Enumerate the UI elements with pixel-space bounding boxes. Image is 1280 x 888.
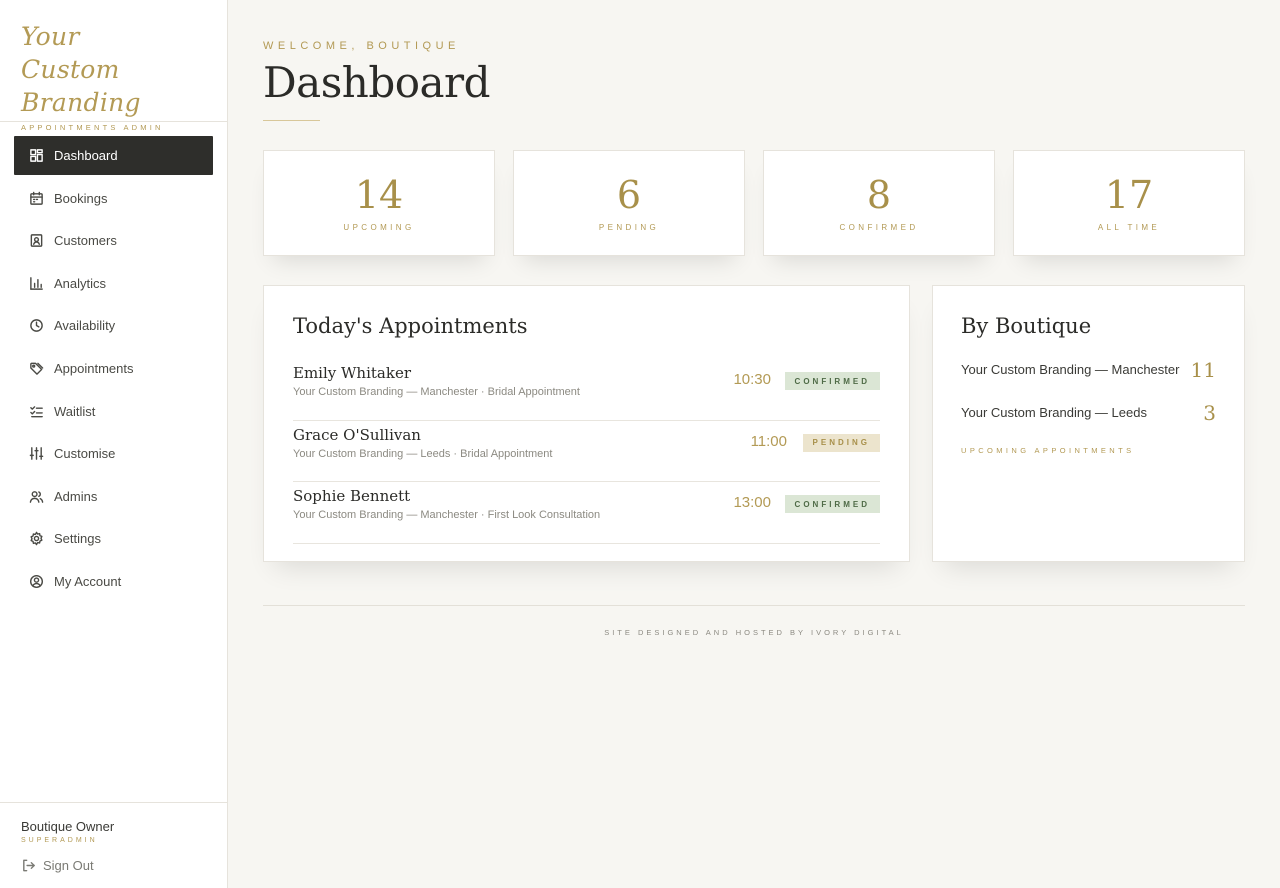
stat-value: 8: [866, 173, 892, 217]
boutique-name: Your Custom Branding — Manchester: [961, 362, 1180, 377]
users-icon: [28, 488, 44, 504]
user-circle-icon: [28, 573, 44, 589]
stat-value: 17: [1104, 173, 1154, 217]
sidebar-item-my-account[interactable]: My Account: [14, 562, 213, 601]
appointment-details: Your Custom Branding — Manchester · Firs…: [293, 509, 601, 521]
sidebar-item-waitlist[interactable]: Waitlist: [14, 392, 213, 431]
gear-icon: [28, 531, 44, 547]
sign-out-label: Sign Out: [43, 858, 94, 873]
stat-label: ALL TIME: [1097, 223, 1161, 232]
customer-name: Sophie Bennett: [293, 487, 411, 505]
sidebar-item-label: Availability: [54, 318, 116, 334]
title-divider: [263, 120, 320, 121]
welcome-text: WELCOME, BOUTIQUE: [263, 40, 460, 52]
sidebar-item-analytics[interactable]: Analytics: [14, 264, 213, 303]
sidebar-item-label: Analytics: [54, 275, 107, 291]
boutique-caption: UPCOMING APPOINTMENTS: [961, 446, 1135, 455]
dashboard-icon: [28, 148, 44, 164]
panel-title: Today's Appointments: [293, 314, 528, 338]
sidebar-item-label: Bookings: [54, 190, 108, 206]
stat-label: PENDING: [598, 223, 660, 232]
customer-name: Emily Whitaker: [293, 364, 411, 382]
sidebar-item-label: Dashboard: [54, 148, 118, 163]
sidebar-item-label: Admins: [54, 488, 98, 504]
appointment-details: Your Custom Branding — Manchester · Brid…: [293, 386, 580, 398]
sidebar-item-customers[interactable]: Customers: [14, 221, 213, 260]
stat-value: 14: [354, 173, 404, 217]
appointment-row[interactable]: Sophie Bennett Your Custom Branding — Ma…: [293, 482, 880, 544]
boutique-name: Your Custom Branding — Leeds: [961, 405, 1147, 420]
status-badge: CONFIRMED: [784, 372, 880, 390]
tag-icon: [28, 360, 44, 376]
sidebar: Your Custom Branding APPOINTMENTS ADMIN …: [0, 0, 228, 888]
boutique-row[interactable]: Your Custom Branding — Manchester 11: [961, 358, 1216, 403]
appointment-row[interactable]: Emily Whitaker Your Custom Branding — Ma…: [293, 359, 880, 421]
status-badge: CONFIRMED: [784, 495, 880, 513]
appointment-row[interactable]: Grace O'Sullivan Your Custom Branding — …: [293, 421, 880, 482]
calendar-icon: [28, 190, 44, 206]
stat-label: UPCOMING: [343, 223, 415, 232]
stat-card-pending: 6 PENDING: [513, 150, 745, 256]
sidebar-item-label: Customise: [54, 446, 116, 462]
sidebar-item-label: Settings: [54, 531, 101, 547]
bar-chart-icon: [28, 275, 44, 291]
boutique-count: 3: [1203, 401, 1216, 425]
user-role: SUPERADMIN: [21, 837, 98, 844]
by-boutique-panel: By Boutique Your Custom Branding — Manch…: [932, 285, 1245, 562]
stat-card-upcoming: 14 UPCOMING: [263, 150, 495, 256]
appointment-time: 13:00: [733, 494, 771, 511]
sidebar-item-label: Customers: [54, 233, 117, 249]
contact-icon: [28, 233, 44, 249]
sidebar-item-label: Waitlist: [54, 403, 96, 419]
brand-block: Your Custom Branding APPOINTMENTS ADMIN: [0, 0, 227, 132]
panel-title: By Boutique: [961, 314, 1092, 338]
sidebar-item-admins[interactable]: Admins: [14, 477, 213, 516]
sidebar-user: Boutique Owner SUPERADMIN Sign Out: [0, 802, 227, 873]
brand-subtitle: APPOINTMENTS ADMIN: [21, 123, 164, 132]
stats-row: 14 UPCOMING 6 PENDING 8 CONFIRMED 17 ALL…: [263, 150, 1245, 256]
sidebar-item-label: My Account: [54, 573, 122, 589]
sidebar-item-label: Appointments: [54, 360, 134, 376]
footer-divider: [263, 605, 1245, 606]
customer-name: Grace O'Sullivan: [293, 425, 421, 444]
boutique-list: Your Custom Branding — Manchester 11 You…: [961, 358, 1216, 446]
sliders-icon: [28, 446, 44, 462]
stat-card-all-time: 17 ALL TIME: [1013, 150, 1245, 256]
sidebar-item-customise[interactable]: Customise: [14, 434, 213, 473]
sidebar-nav: Dashboard Bookings Customers Analytics A…: [14, 136, 213, 605]
status-badge: PENDING: [802, 433, 880, 452]
boutique-row[interactable]: Your Custom Branding — Leeds 3: [961, 401, 1216, 446]
appointment-time: 10:30: [733, 371, 771, 388]
sidebar-item-availability[interactable]: Availability: [14, 306, 213, 345]
appointment-list: Emily Whitaker Your Custom Branding — Ma…: [293, 359, 880, 544]
checklist-icon: [28, 403, 44, 419]
sidebar-item-appointments[interactable]: Appointments: [14, 349, 213, 388]
sidebar-item-settings[interactable]: Settings: [14, 519, 213, 558]
appointment-time: 11:00: [750, 432, 787, 450]
user-name: Boutique Owner: [21, 819, 115, 834]
todays-appointments-panel: Today's Appointments Emily Whitaker Your…: [263, 285, 910, 562]
sign-out-icon: [23, 859, 35, 872]
page-title: Dashboard: [263, 58, 491, 107]
sidebar-item-bookings[interactable]: Bookings: [14, 179, 213, 218]
stat-card-confirmed: 8 CONFIRMED: [763, 150, 995, 256]
stat-label: CONFIRMED: [839, 223, 919, 232]
boutique-count: 11: [1190, 358, 1216, 382]
clock-icon: [28, 318, 44, 334]
sidebar-item-dashboard[interactable]: Dashboard: [14, 136, 213, 175]
brand-logo[interactable]: Your Custom Branding: [21, 20, 161, 119]
appointment-details: Your Custom Branding — Leeds · Bridal Ap…: [293, 447, 553, 460]
stat-value: 6: [616, 173, 642, 217]
footer-credit: SITE DESIGNED AND HOSTED BY IVORY DIGITA…: [604, 628, 904, 637]
sign-out-button[interactable]: Sign Out: [21, 858, 227, 873]
